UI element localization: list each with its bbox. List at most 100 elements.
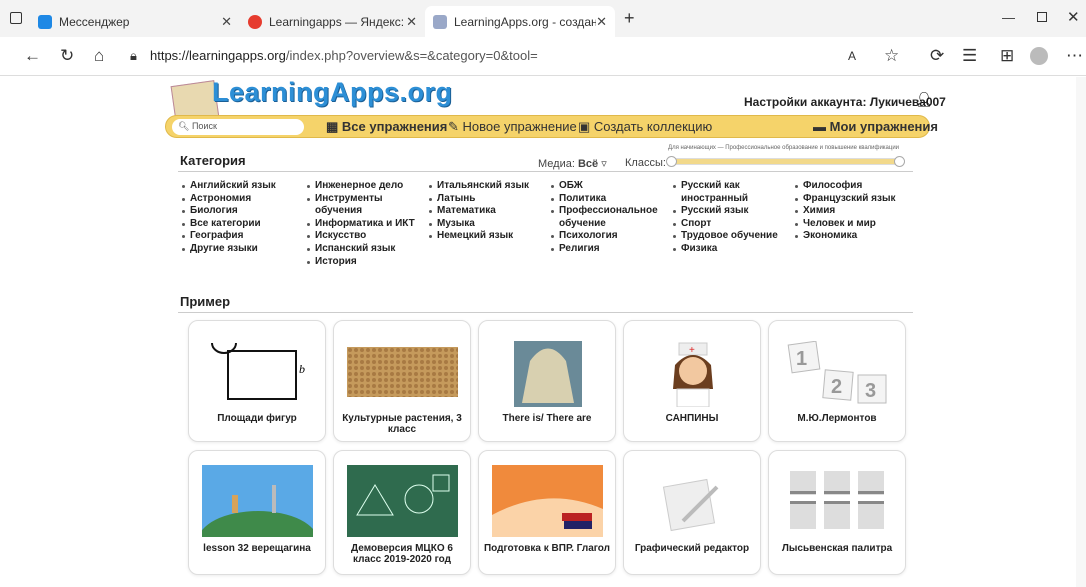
back-icon[interactable]: ← bbox=[24, 46, 41, 66]
exercise-card[interactable]: Лысьвенская палитра bbox=[768, 450, 906, 575]
exercise-card[interactable]: Культурные растения, 3 класс bbox=[333, 320, 471, 442]
menu-new-exercise[interactable]: ✎ Новое упражнение bbox=[448, 119, 577, 135]
svg-text:b: b bbox=[299, 362, 305, 376]
category-link[interactable]: Спорт bbox=[671, 218, 783, 231]
card-title: Культурные растения, 3 класс bbox=[342, 413, 462, 435]
category-link[interactable]: Русский как иностранный bbox=[671, 180, 783, 205]
scrollbar[interactable] bbox=[1076, 77, 1086, 587]
favorites-bar-icon[interactable]: ☰ bbox=[962, 46, 977, 66]
example-title: Пример bbox=[180, 294, 231, 309]
restore-icon[interactable] bbox=[1037, 12, 1047, 22]
menu-all-exercises[interactable]: ▦ Все упражнения bbox=[326, 119, 447, 135]
category-link[interactable]: Немецкий язык bbox=[427, 230, 529, 243]
refresh-icon[interactable]: ↻ bbox=[60, 46, 74, 66]
exercise-card[interactable]: + САНПИНЫ bbox=[623, 320, 761, 442]
extensions-icon[interactable]: ⟳ bbox=[930, 46, 944, 66]
chevron-down-icon: ▿ bbox=[601, 158, 607, 170]
address-bar: ← ↻ ⌂ 🔒︎ https://learningapps.org/index.… bbox=[0, 37, 1086, 76]
category-link[interactable]: Профессиональное обучение bbox=[549, 205, 664, 230]
exercise-card[interactable]: Подготовка к ВПР. Глагол bbox=[478, 450, 616, 575]
favorite-icon[interactable]: ☆ bbox=[884, 46, 899, 66]
new-tab-icon[interactable]: + bbox=[624, 8, 635, 29]
category-link[interactable]: Психология bbox=[549, 230, 664, 243]
divider bbox=[178, 312, 913, 313]
slider-knob-max[interactable] bbox=[894, 156, 905, 167]
category-column: Итальянский язык Латынь Математика Музык… bbox=[427, 180, 529, 243]
category-link[interactable]: Французский язык bbox=[793, 193, 896, 206]
exercise-card[interactable]: lesson 32 верещагина bbox=[188, 450, 326, 575]
category-link[interactable]: Латынь bbox=[427, 193, 529, 206]
collections-icon[interactable]: ⊞ bbox=[1000, 46, 1014, 66]
category-link[interactable]: Химия bbox=[793, 205, 896, 218]
category-link[interactable]: Итальянский язык bbox=[427, 180, 529, 193]
user-icon[interactable]: 👤︎ bbox=[915, 91, 933, 108]
exercise-card[interactable]: Графический редактор bbox=[623, 450, 761, 575]
numbers-image-icon: 1 2 3 bbox=[787, 341, 887, 404]
category-link[interactable]: Искусство bbox=[305, 230, 417, 243]
exercise-card[interactable]: Демоверсия МЦКО 6 класс 2019-2020 год bbox=[333, 450, 471, 575]
category-link[interactable]: Биология bbox=[180, 205, 276, 218]
close-icon[interactable]: ✕ bbox=[221, 14, 232, 30]
menu-my-exercises[interactable]: ▬ Мои упражнения bbox=[813, 119, 938, 134]
search-input[interactable]: 🔍︎ Поиск bbox=[172, 119, 304, 135]
slider-knob-min[interactable] bbox=[666, 156, 677, 167]
messenger-icon bbox=[38, 14, 52, 29]
category-link[interactable]: Английский язык bbox=[180, 180, 276, 193]
url-field[interactable]: https://learningapps.org/index.php?overv… bbox=[150, 48, 538, 63]
svg-text:2: 2 bbox=[831, 376, 842, 398]
category-link[interactable]: Астрономия bbox=[180, 193, 276, 206]
card-title: Графический редактор bbox=[634, 543, 750, 554]
tab-messenger[interactable]: Мессенджер ✕ bbox=[30, 6, 240, 37]
category-link[interactable]: Инструменты обучения bbox=[305, 193, 417, 218]
site-logo[interactable]: LearningApps.org bbox=[212, 77, 453, 108]
folder-icon: ▬ bbox=[813, 119, 830, 134]
menu-new-label: Новое упражнение bbox=[462, 119, 577, 134]
category-link[interactable]: Испанский язык bbox=[305, 243, 417, 256]
category-link[interactable]: Физика bbox=[671, 243, 783, 256]
svg-text:3: 3 bbox=[865, 380, 876, 402]
profile-icon[interactable] bbox=[1030, 47, 1048, 65]
menu-all-label: Все упражнения bbox=[341, 119, 448, 134]
more-icon[interactable]: ⋯ bbox=[1066, 46, 1083, 66]
category-link[interactable]: Трудовое обучение bbox=[671, 230, 783, 243]
exercise-card[interactable]: There is/ There are bbox=[478, 320, 616, 442]
home-icon[interactable]: ⌂ bbox=[94, 46, 104, 66]
main-menu: 🔍︎ Поиск ▦ Все упражнения ✎ Новое упражн… bbox=[165, 115, 938, 138]
category-link[interactable]: Информатика и ИКТ bbox=[305, 218, 417, 231]
lock-icon: 🔒︎ bbox=[130, 48, 137, 63]
category-link[interactable]: Политика bbox=[549, 193, 664, 206]
category-link[interactable]: Математика bbox=[427, 205, 529, 218]
read-aloud-icon[interactable]: A bbox=[848, 49, 856, 63]
category-link[interactable]: Экономика bbox=[793, 230, 896, 243]
category-title: Категория bbox=[180, 153, 246, 168]
category-link[interactable]: Другие языки bbox=[180, 243, 276, 256]
minimize-icon[interactable]: — bbox=[1002, 10, 1015, 25]
tab-yandex[interactable]: Learningapps — Яндекс: нашлось ✕ bbox=[240, 6, 425, 37]
exercise-card[interactable]: 1 2 3 М.Ю.Лермонтов bbox=[768, 320, 906, 442]
category-link[interactable]: История bbox=[305, 256, 417, 269]
chalkboard-image-icon bbox=[347, 465, 458, 537]
media-label: Медиа: bbox=[538, 158, 575, 170]
category-link[interactable]: Философия bbox=[793, 180, 896, 193]
category-link[interactable]: ОБЖ bbox=[549, 180, 664, 193]
exercise-card[interactable]: b Площади фигур bbox=[188, 320, 326, 442]
tab-learningapps[interactable]: LearningApps.org - создание му ✕ bbox=[425, 6, 615, 37]
media-filter[interactable]: Медиа: Всё ▿ bbox=[538, 157, 607, 170]
category-link[interactable]: Религия bbox=[549, 243, 664, 256]
category-link[interactable]: Человек и мир bbox=[793, 218, 896, 231]
menu-collection-label: Создать коллекцию bbox=[593, 119, 713, 134]
close-icon[interactable]: ✕ bbox=[406, 14, 417, 30]
category-link[interactable]: Русский язык bbox=[671, 205, 783, 218]
category-link[interactable]: География bbox=[180, 230, 276, 243]
menu-create-collection[interactable]: ▣ Создать коллекцию bbox=[578, 119, 712, 135]
classes-slider[interactable] bbox=[666, 156, 905, 167]
card-title: Демоверсия МЦКО 6 класс 2019-2020 год bbox=[351, 543, 453, 565]
category-column: Русский как иностранный Русский язык Спо… bbox=[671, 180, 783, 256]
close-icon[interactable]: ✕ bbox=[596, 14, 607, 30]
tab-label: LearningApps.org - создание му bbox=[454, 14, 597, 29]
close-window-icon[interactable]: ✕ bbox=[1067, 8, 1080, 26]
category-link[interactable]: Все категории bbox=[180, 218, 276, 231]
tab-actions-icon[interactable] bbox=[10, 12, 22, 24]
category-link[interactable]: Музыка bbox=[427, 218, 529, 231]
category-link[interactable]: Инженерное дело bbox=[305, 180, 417, 193]
